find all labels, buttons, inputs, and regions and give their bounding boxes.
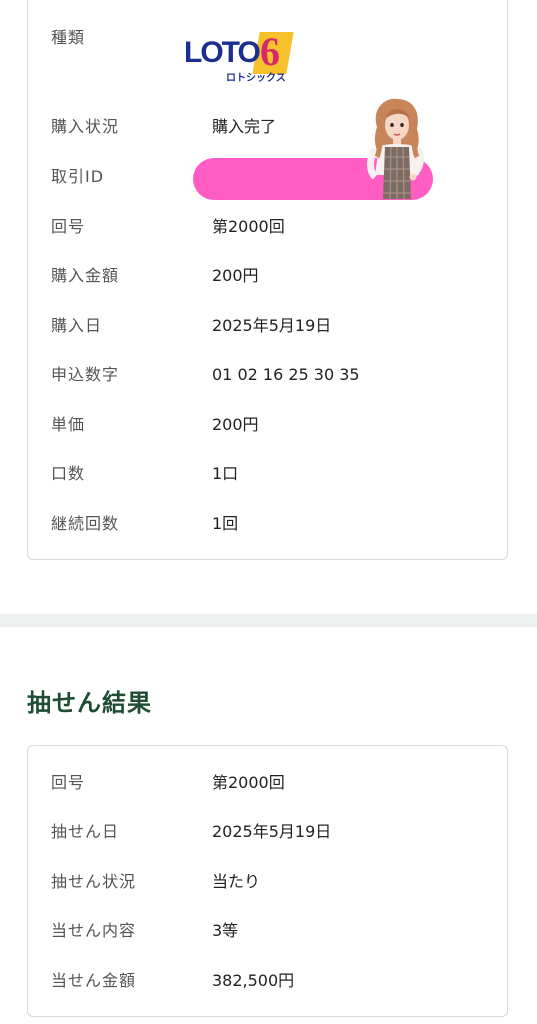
row-label: 抽せん日 <box>51 822 120 841</box>
row-label: 回号 <box>51 217 86 236</box>
row-label: 単価 <box>51 415 86 434</box>
row-purchase-amount: 購入金額 200円 <box>28 261 507 291</box>
row-label: 申込数字 <box>51 365 120 384</box>
row-value: 1口 <box>212 464 239 483</box>
row-prize-amount: 当せん金額 382,500円 <box>28 966 507 996</box>
lottery-result-card: 回号 第2000回 抽せん日 2025年5月19日 抽せん状況 当たり 当せん内… <box>27 745 508 1017</box>
logo-kana: ロトシックス <box>226 73 286 84</box>
row-continuation-count: 継続回数 1回 <box>28 509 507 539</box>
logo-word: LOTO <box>184 36 261 69</box>
row-value: 3等 <box>212 921 239 940</box>
avatar-sticker <box>367 98 424 200</box>
row-value: 1回 <box>212 514 239 533</box>
row-draw-number: 回号 第2000回 <box>28 212 507 242</box>
row-purchase-date: 購入日 2025年5月19日 <box>28 311 507 341</box>
row-value: 200円 <box>212 266 259 285</box>
row-value: 382,500円 <box>212 971 295 990</box>
row-label: 回号 <box>51 773 86 792</box>
row-draw-date: 抽せん日 2025年5月19日 <box>28 817 507 847</box>
section-divider <box>0 614 537 627</box>
row-label: 種類 <box>51 28 86 47</box>
row-value: 当たり <box>212 872 261 891</box>
row-prize-tier: 当せん内容 3等 <box>28 916 507 946</box>
row-label: 当せん金額 <box>51 971 137 990</box>
row-draw-number: 回号 第2000回 <box>28 768 507 798</box>
row-selected-numbers: 申込数字 01 02 16 25 30 35 <box>28 360 507 390</box>
row-value: 第2000回 <box>212 773 285 792</box>
row-unit-price: 単価 200円 <box>28 410 507 440</box>
row-label: 継続回数 <box>51 514 120 533</box>
row-purchase-status: 購入状況 購入完了 <box>28 112 507 142</box>
row-units: 口数 1口 <box>28 459 507 489</box>
row-value: 01 02 16 25 30 35 <box>212 365 360 384</box>
row-label: 取引ID <box>51 167 105 186</box>
lottery-result-title: 抽せん結果 <box>27 689 152 717</box>
row-label: 当せん内容 <box>51 921 137 940</box>
row-label: 購入日 <box>51 316 103 335</box>
row-value: 第2000回 <box>212 217 285 236</box>
row-draw-status: 抽せん状況 当たり <box>28 867 507 897</box>
row-label: 購入状況 <box>51 117 120 136</box>
row-value: 購入完了 <box>212 117 277 136</box>
row-label: 抽せん状況 <box>51 872 137 891</box>
row-value: 2025年5月19日 <box>212 822 332 841</box>
row-value: 200円 <box>212 415 259 434</box>
logo-number: 6 <box>260 29 280 74</box>
row-label: 購入金額 <box>51 266 120 285</box>
row-value: 2025年5月19日 <box>212 316 332 335</box>
row-label: 口数 <box>51 464 86 483</box>
loto6-logo: LOTO 6 ロトシックス <box>184 29 294 92</box>
